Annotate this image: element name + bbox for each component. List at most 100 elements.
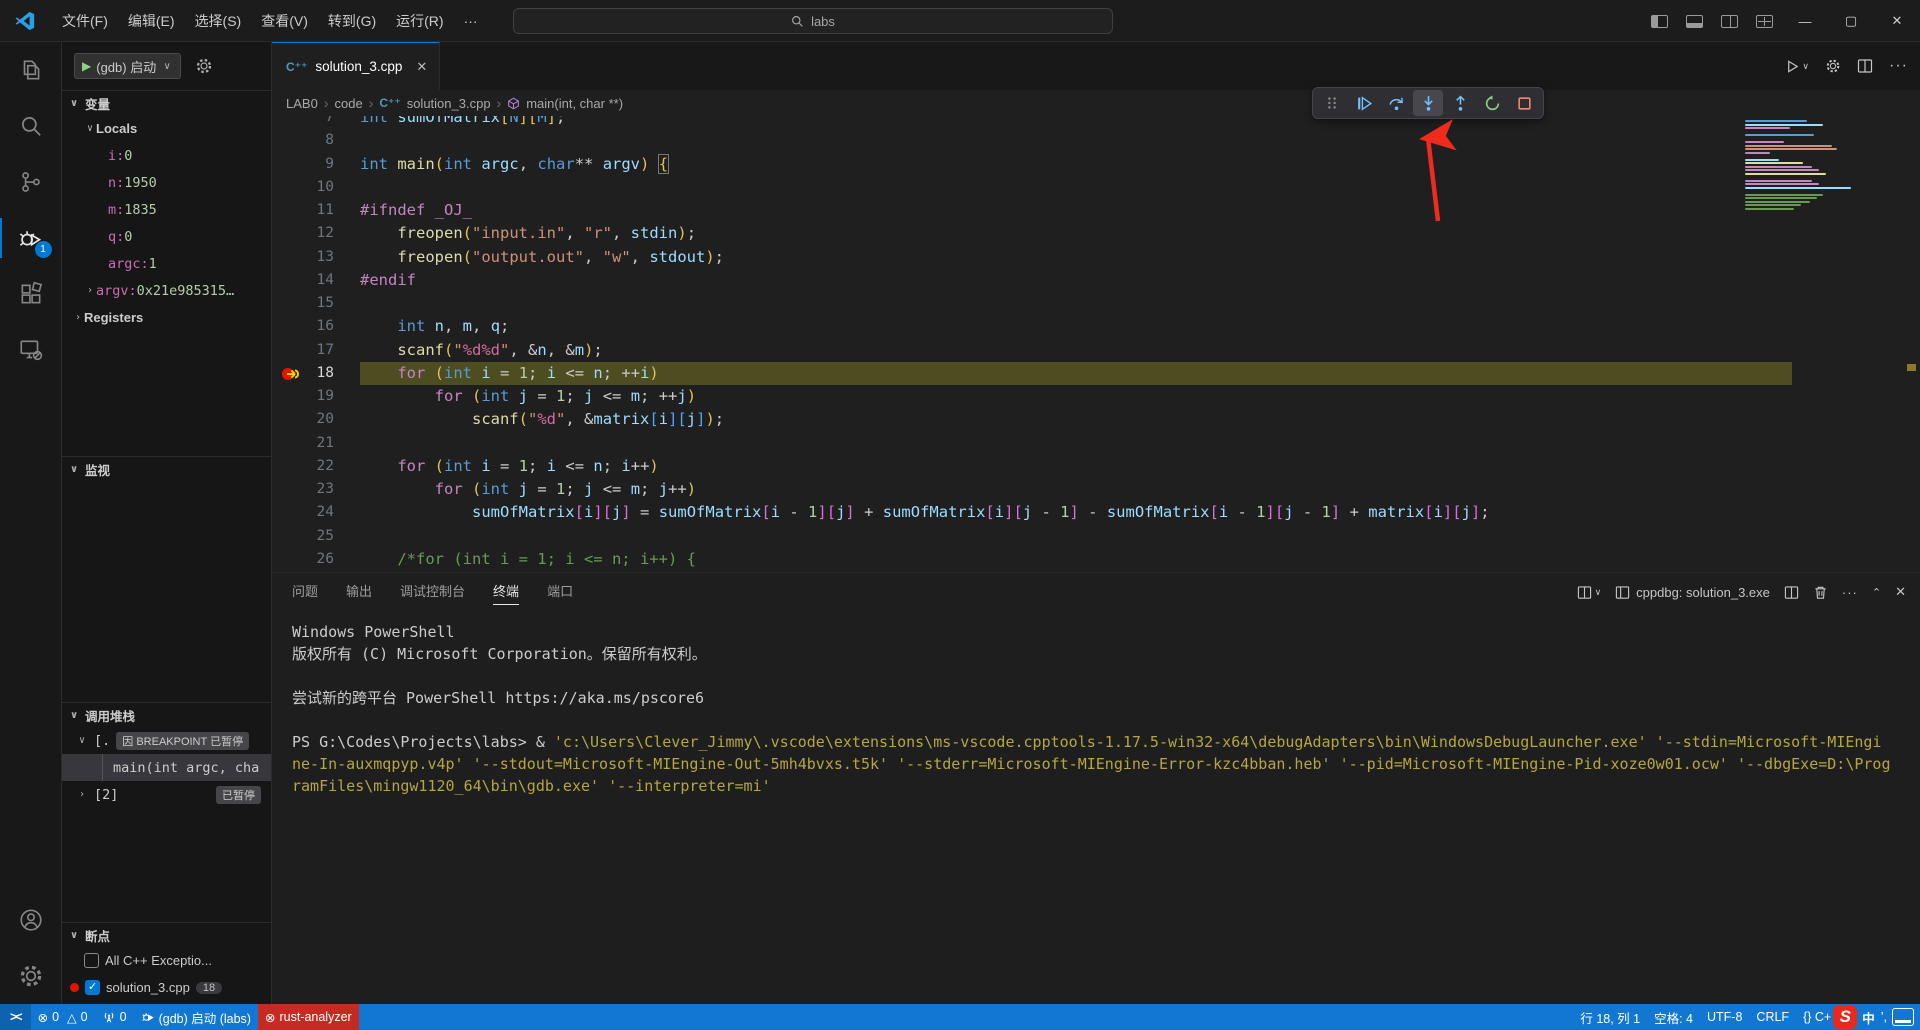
indentation-status[interactable]: 空格: 4 [1647, 1004, 1700, 1030]
run-cpp-file-button[interactable]: ∨ [1785, 59, 1809, 74]
code-line-13[interactable]: 13 freopen("output.out", "w", stdout); [272, 246, 1920, 269]
ime-punctuation-indicator[interactable]: ’, [1878, 1004, 1890, 1030]
toolbar-grip[interactable] [1317, 90, 1347, 116]
terminal-session-item[interactable]: cppdbg: solution_3.exe [1615, 585, 1770, 600]
code-line-21[interactable]: 21 [272, 432, 1920, 455]
eol-status[interactable]: CRLF [1749, 1004, 1796, 1030]
registers-group[interactable]: › Registers [62, 304, 271, 331]
step-over-button[interactable] [1381, 90, 1411, 116]
remote-indicator[interactable]: >< [0, 1004, 31, 1030]
variable-row-q[interactable]: q: 0 [62, 223, 271, 250]
menu-view[interactable]: 查看(V) [251, 7, 318, 35]
watch-header[interactable]: ∨ 监视 [62, 457, 271, 481]
toggle-sidebar-icon[interactable] [1651, 15, 1668, 28]
code-line-7[interactable]: 7int sumOfMatrix[N][M]; [272, 116, 1920, 129]
menu-file[interactable]: 文件(F) [52, 7, 118, 35]
breakpoint-row-exceptions[interactable]: All C++ Exceptio... [62, 947, 271, 974]
stop-button[interactable] [1509, 90, 1539, 116]
step-into-button[interactable] [1413, 90, 1443, 116]
cursor-position-status[interactable]: 行 18, 列 1 [1573, 1004, 1647, 1030]
tab-ports[interactable]: 端口 [547, 573, 573, 611]
breadcrumb-lab0[interactable]: LAB0 [286, 96, 318, 111]
code-line-10[interactable]: 10 [272, 176, 1920, 199]
settings-gear-icon[interactable] [0, 948, 62, 1004]
tab-debug-console[interactable]: 调试控制台 [400, 573, 465, 611]
search-sidebar-icon[interactable] [0, 98, 62, 154]
extensions-icon[interactable] [0, 266, 62, 322]
ime-mode-indicator[interactable]: 中 [1859, 1004, 1878, 1030]
thread2-row[interactable]: › [2] 已暂停 [62, 781, 271, 808]
locals-group[interactable]: ∨ Locals [62, 115, 271, 142]
kill-terminal-trash-icon[interactable] [1813, 585, 1828, 600]
tab-close-icon[interactable]: ✕ [416, 59, 427, 75]
ports-status[interactable]: 0 [95, 1004, 134, 1030]
variable-row-argc[interactable]: argc: 1 [62, 250, 271, 277]
tab-problems[interactable]: 问题 [292, 573, 318, 611]
command-center-search[interactable]: labs [513, 8, 1113, 34]
thread-row[interactable]: ∨ [. 因 BREAKPOINT 已暂停 [62, 727, 271, 754]
maximize-button[interactable]: ▢ [1828, 0, 1874, 42]
explorer-icon[interactable] [0, 42, 62, 98]
close-panel-icon[interactable]: ✕ [1895, 584, 1906, 600]
step-out-button[interactable] [1445, 90, 1475, 116]
code-line-26[interactable]: 26 /*for (int i = 1; i <= n; i++) { [272, 548, 1920, 571]
checkbox-checked[interactable] [85, 980, 100, 995]
run-and-debug-icon[interactable]: 1 [0, 210, 62, 266]
more-actions-icon[interactable]: ··· [1889, 57, 1908, 75]
toggle-secondary-sidebar-icon[interactable] [1721, 15, 1738, 28]
accounts-icon[interactable] [0, 892, 62, 948]
rust-analyzer-status[interactable]: ⊗ rust-analyzer [258, 1004, 359, 1030]
code-line-16[interactable]: 16 int n, m, q; [272, 315, 1920, 338]
breakpoints-header[interactable]: ∨ 断点 [62, 923, 271, 947]
remote-explorer-icon[interactable] [0, 322, 62, 378]
menu-edit[interactable]: 编辑(E) [118, 7, 185, 35]
code-line-9[interactable]: 9int main(int argc, char** argv) { [272, 153, 1920, 176]
breadcrumb-file[interactable]: solution_3.cpp [407, 96, 491, 111]
tab-solution-3-cpp[interactable]: C⁺⁺ solution_3.cpp ✕ [272, 42, 440, 90]
start-debug-icon[interactable]: ▶ [82, 59, 91, 73]
toggle-panel-icon[interactable] [1686, 15, 1703, 28]
launch-config-dropdown[interactable]: ▶ (gdb) 启动 ∨ [74, 53, 181, 79]
menu-go[interactable]: 转到(G) [318, 7, 386, 35]
variable-row-m[interactable]: m: 1835 [62, 196, 271, 223]
debug-settings-gear-icon[interactable] [195, 57, 213, 75]
minimize-button[interactable]: — [1782, 0, 1828, 42]
breadcrumb-code[interactable]: code [334, 96, 362, 111]
source-control-icon[interactable] [0, 154, 62, 210]
panel-more-actions-icon[interactable]: ··· [1842, 585, 1858, 600]
code-line-11[interactable]: 11#ifndef _OJ_ [272, 199, 1920, 222]
terminal-output[interactable]: Windows PowerShell版权所有 (C) Microsoft Cor… [272, 611, 1920, 1004]
sogou-ime-icon[interactable]: S [1833, 1005, 1857, 1029]
problems-status[interactable]: ⊗0 △0 [31, 1004, 95, 1030]
code-line-23[interactable]: 23 for (int j = 1; j <= m; j++) [272, 478, 1920, 501]
call-stack-header[interactable]: ∨ 调用堆栈 [62, 703, 271, 727]
editor-settings-gear-icon[interactable] [1825, 58, 1841, 74]
tab-output[interactable]: 输出 [346, 573, 372, 611]
checkbox-unchecked[interactable] [84, 953, 99, 968]
encoding-status[interactable]: UTF-8 [1700, 1004, 1749, 1030]
continue-button[interactable] [1349, 90, 1379, 116]
code-editor[interactable]: 7int sumOfMatrix[N][M];89int main(int ar… [272, 116, 1920, 572]
menu-run[interactable]: 运行(R) [386, 7, 453, 35]
tab-terminal[interactable]: 终端 [493, 573, 519, 611]
code-line-15[interactable]: 15 [272, 292, 1920, 315]
variable-row-i[interactable]: i: 0 [62, 142, 271, 169]
language-status[interactable]: {} C+ [1796, 1004, 1831, 1030]
code-line-8[interactable]: 8 [272, 129, 1920, 152]
code-line-20[interactable]: 20 scanf("%d", &matrix[i][j]); [272, 408, 1920, 431]
code-line-25[interactable]: 25 [272, 525, 1920, 548]
close-button[interactable]: ✕ [1874, 0, 1920, 42]
menu-more[interactable]: ··· [454, 7, 488, 35]
breakpoint-row-solution3[interactable]: solution_3.cpp 18 [62, 974, 271, 1001]
split-editor-icon[interactable] [1857, 58, 1873, 74]
breadcrumb-symbol[interactable]: main(int, char **) [526, 96, 623, 111]
restart-button[interactable] [1477, 90, 1507, 116]
split-panel-icon[interactable] [1784, 585, 1799, 600]
code-line-22[interactable]: 22 for (int i = 1; i <= n; i++) [272, 455, 1920, 478]
code-line-14[interactable]: 14#endif [272, 269, 1920, 292]
minimap[interactable] [1745, 120, 1857, 211]
maximize-panel-chevron-icon[interactable]: ⌃ [1872, 586, 1881, 599]
code-line-17[interactable]: 17 scanf("%d%d", &n, &m); [272, 339, 1920, 362]
breakpoint-current-line-icon[interactable] [282, 366, 308, 382]
code-line-19[interactable]: 19 for (int j = 1; j <= m; ++j) [272, 385, 1920, 408]
